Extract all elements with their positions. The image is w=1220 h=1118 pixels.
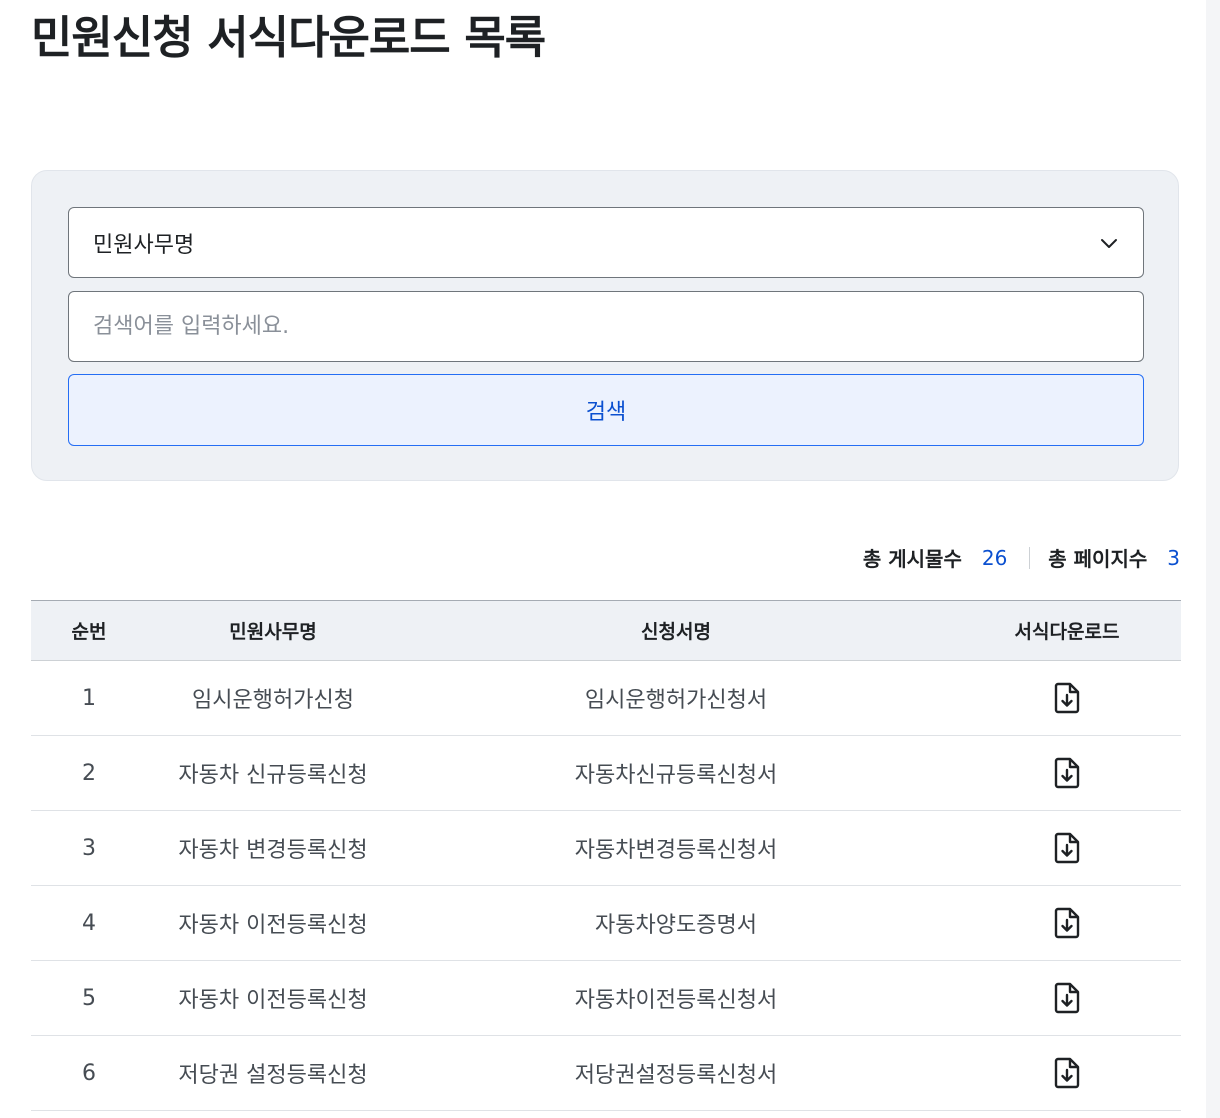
search-input[interactable]	[68, 291, 1144, 362]
file-download-icon[interactable]	[1053, 907, 1081, 939]
file-download-icon[interactable]	[1053, 757, 1081, 789]
search-category-value: 민원사무명	[93, 232, 195, 258]
column-header-download: 서식다운로드	[1014, 621, 1120, 643]
chevron-down-icon	[1101, 238, 1117, 248]
row-service-name: 저당권 설정등록신청	[147, 1035, 399, 1111]
row-number: 4	[31, 885, 147, 961]
row-number: 6	[31, 1035, 147, 1111]
column-header-form-name: 신청서명	[641, 621, 711, 643]
table-row: 6 저당권 설정등록신청 저당권설정등록신청서	[31, 1035, 1181, 1111]
total-pages-count: 3	[1167, 545, 1180, 570]
row-form-name: 자동차양도증명서	[399, 885, 953, 961]
table-row: 3 자동차 변경등록신청 자동차변경등록신청서	[31, 810, 1181, 886]
row-service-name: 자동차 변경등록신청	[147, 810, 399, 886]
table-row: 1 임시운행허가신청 임시운행허가신청서	[31, 660, 1181, 736]
result-summary: 총 게시물수 26 총 페이지수 3	[863, 543, 1180, 572]
row-number: 5	[31, 960, 147, 1036]
row-service-name: 임시운행허가신청	[147, 660, 399, 736]
row-number: 3	[31, 810, 147, 886]
row-form-name: 자동차신규등록신청서	[399, 735, 953, 811]
file-download-icon[interactable]	[1053, 982, 1081, 1014]
row-number: 2	[31, 735, 147, 811]
row-download-cell	[953, 1035, 1181, 1111]
table-row: 5 자동차 이전등록신청 자동차이전등록신청서	[31, 960, 1181, 1036]
total-posts-count: 26	[981, 545, 1008, 570]
row-service-name: 자동차 이전등록신청	[147, 885, 399, 961]
search-button[interactable]: 검색	[68, 374, 1144, 446]
total-posts-label: 총 게시물수	[862, 547, 962, 571]
search-category-select[interactable]: 민원사무명	[68, 207, 1144, 278]
row-form-name: 자동차변경등록신청서	[399, 810, 953, 886]
summary-divider	[1029, 546, 1031, 569]
row-form-name: 임시운행허가신청서	[399, 660, 953, 736]
row-service-name: 자동차 이전등록신청	[147, 960, 399, 1036]
row-service-name: 자동차 신규등록신청	[147, 735, 399, 811]
page-title: 민원신청 서식다운로드 목록	[31, 11, 546, 64]
row-download-cell	[953, 810, 1181, 886]
search-panel: 민원사무명 검색	[31, 170, 1179, 481]
column-header-number: 순번	[71, 621, 107, 643]
row-download-cell	[953, 735, 1181, 811]
total-pages-label: 총 페이지수	[1048, 547, 1148, 571]
table-row: 2 자동차 신규등록신청 자동차신규등록신청서	[31, 735, 1181, 811]
table-row: 4 자동차 이전등록신청 자동차양도증명서	[31, 885, 1181, 961]
file-download-icon[interactable]	[1053, 1057, 1081, 1089]
file-download-icon[interactable]	[1053, 682, 1081, 714]
row-form-name: 저당권설정등록신청서	[399, 1035, 953, 1111]
file-download-icon[interactable]	[1053, 832, 1081, 864]
row-download-cell	[953, 960, 1181, 1036]
column-header-service-name: 민원사무명	[229, 621, 317, 643]
row-number: 1	[31, 660, 147, 736]
page-scroll-gutter	[1206, 0, 1220, 1118]
table-header-row: 순번 민원사무명 신청서명 서식다운로드	[31, 600, 1181, 661]
form-download-table: 순번 민원사무명 신청서명 서식다운로드 1 임시운행허가신청 임시운행허가신청…	[31, 600, 1181, 1111]
row-form-name: 자동차이전등록신청서	[399, 960, 953, 1036]
row-download-cell	[953, 885, 1181, 961]
row-download-cell	[953, 660, 1181, 736]
